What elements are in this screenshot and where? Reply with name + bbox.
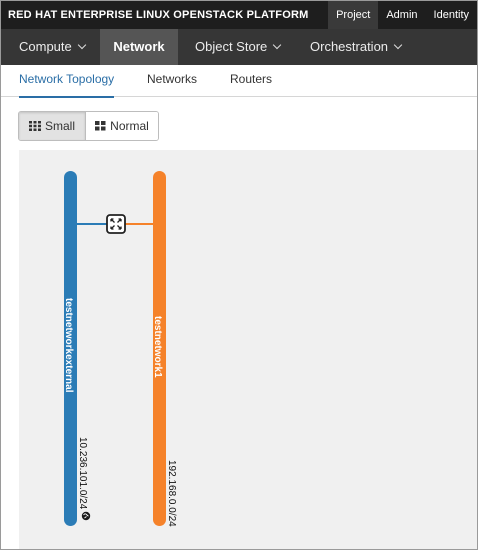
normal-view-button[interactable]: Normal — [85, 112, 158, 140]
globe-icon — [81, 511, 91, 521]
chevron-down-icon — [393, 40, 403, 50]
network-testnetwork1[interactable]: testnetwork1 192.168.0.0/24 — [152, 171, 177, 527]
top-link-project[interactable]: Project — [328, 1, 379, 29]
network-cidr-internal: 192.168.0.0/24 — [166, 460, 177, 527]
brand-product: ENTERPRISE LINUX OPENSTACK PLATFORM — [60, 9, 309, 21]
app-frame: RED HAT ENTERPRISE LINUX OPENSTACK PLATFO… — [0, 0, 478, 550]
topology-canvas: testnetworkexternal 10.236.101.0/24 test… — [19, 150, 477, 549]
main-nav: Compute Network Object Store Orchestrati… — [1, 29, 477, 65]
brand-bar: RED HAT ENTERPRISE LINUX OPENSTACK PLATFO… — [1, 1, 477, 29]
small-view-button[interactable]: Small — [19, 112, 85, 140]
topology-graph: testnetworkexternal 10.236.101.0/24 test… — [63, 171, 177, 527]
nav-object-store-label: Object Store — [195, 39, 268, 54]
chevron-down-icon — [273, 40, 282, 50]
tab-network-topology[interactable]: Network Topology — [19, 65, 115, 98]
network-cidr-external: 10.236.101.0/24 — [77, 437, 88, 510]
sub-tabs: Network Topology Networks Routers — [1, 65, 477, 98]
nav-orchestration[interactable]: Orchestration — [310, 29, 403, 65]
nav-object-store[interactable]: Object Store — [195, 29, 282, 65]
view-size-toggle: Small Normal — [18, 111, 159, 141]
top-link-identity[interactable]: Identity — [426, 1, 477, 29]
small-view-label: Small — [44, 119, 75, 133]
brand-name: RED HAT — [8, 9, 58, 21]
brand-title: RED HAT ENTERPRISE LINUX OPENSTACK PLATFO… — [8, 9, 308, 21]
nav-compute-label: Compute — [19, 39, 72, 54]
network-name-internal: testnetwork1 — [152, 316, 163, 378]
top-links: Project Admin Identity — [328, 1, 477, 29]
nav-compute[interactable]: Compute — [19, 29, 86, 65]
normal-view-label: Normal — [110, 119, 149, 133]
tab-networks[interactable]: Networks — [147, 65, 197, 96]
top-link-admin[interactable]: Admin — [378, 1, 425, 29]
nav-network[interactable]: Network — [100, 29, 178, 65]
tab-routers[interactable]: Routers — [230, 65, 272, 96]
large-grid-icon — [95, 121, 106, 131]
chevron-down-icon — [77, 40, 86, 50]
nav-network-label: Network — [113, 39, 165, 54]
network-name-external: testnetworkexternal — [63, 298, 74, 393]
router-icon[interactable] — [106, 214, 126, 234]
nav-orchestration-label: Orchestration — [310, 39, 389, 54]
small-grid-icon — [28, 121, 41, 131]
